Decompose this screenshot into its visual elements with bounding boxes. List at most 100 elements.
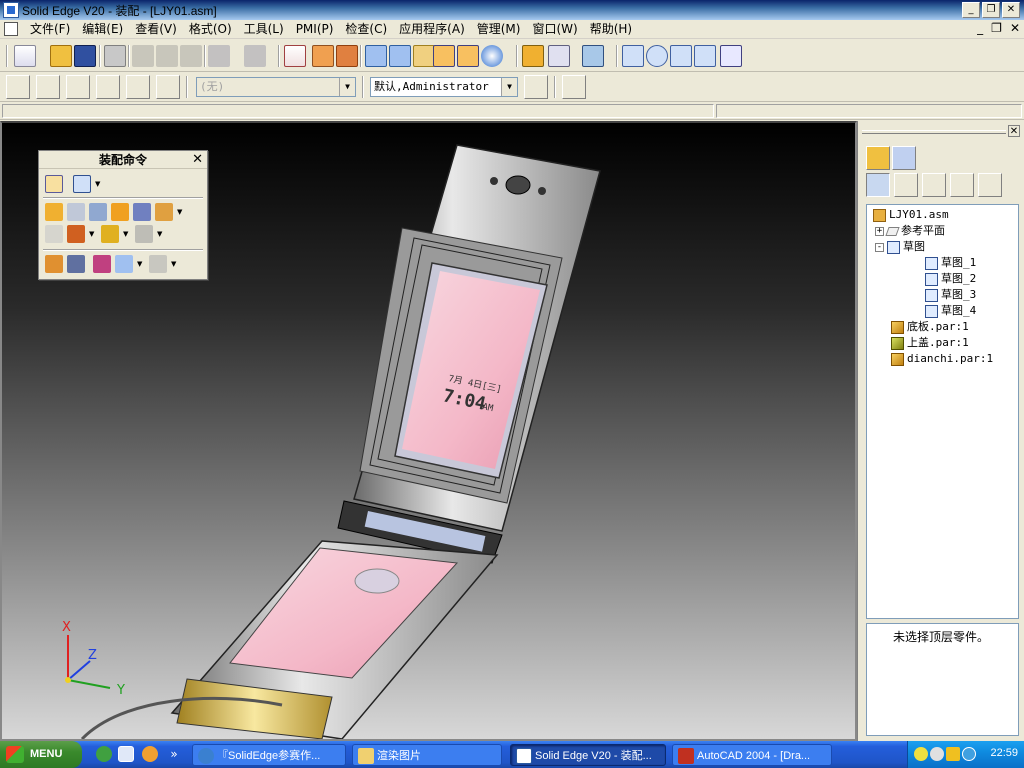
palette-titlebar[interactable]: 装配命令 ✕: [39, 151, 207, 169]
mdi-close-button[interactable]: ✕: [1010, 21, 1020, 35]
pan-icon[interactable]: [694, 45, 716, 67]
open-icon[interactable]: [50, 45, 72, 67]
tree-item-sketches[interactable]: - 草图: [875, 239, 925, 255]
zoom-area-icon[interactable]: [622, 45, 644, 67]
create-part-icon[interactable]: [111, 203, 129, 221]
menu-window[interactable]: 窗口(W): [526, 22, 583, 37]
pathfinder-tree[interactable]: LJY01.asm + 参考平面 - 草图 草图_1 草图_2 草图_3 草图_…: [866, 204, 1019, 619]
layers-tab-icon[interactable]: [950, 173, 974, 197]
tree-item-part-base[interactable]: 底板.par:1: [891, 319, 969, 335]
render-sphere-icon[interactable]: [481, 45, 503, 67]
menu-applications[interactable]: 应用程序(A): [393, 22, 471, 37]
tree-item-part-battery[interactable]: dianchi.par:1: [891, 351, 993, 367]
pathfinder-tab-icon[interactable]: [866, 173, 890, 197]
menu-file[interactable]: 文件(F): [24, 22, 76, 37]
task-autocad[interactable]: AutoCAD 2004 - [Dra...: [672, 744, 832, 766]
chevron-down-icon[interactable]: ▼: [123, 230, 131, 238]
menu-view[interactable]: 查看(V): [129, 22, 183, 37]
pattern-icon[interactable]: [155, 203, 173, 221]
tree-item-sketch-4[interactable]: 草图_4: [925, 303, 976, 319]
sensors-tab-icon[interactable]: [978, 173, 1002, 197]
save-icon[interactable]: [74, 45, 96, 67]
settings-tab-icon[interactable]: [892, 146, 916, 170]
menu-format[interactable]: 格式(O): [183, 22, 238, 37]
quicklaunch-browser-icon[interactable]: [96, 746, 112, 762]
sketch-tool-icon[interactable]: [73, 175, 91, 193]
tree-item-assembly[interactable]: LJY01.asm: [873, 207, 949, 223]
menu-pmi[interactable]: PMI(P): [290, 22, 340, 37]
view-iso-icon[interactable]: [389, 45, 411, 67]
tray-messenger-icon[interactable]: [930, 747, 944, 761]
pipe-icon[interactable]: [101, 225, 119, 243]
palette-close-button[interactable]: ✕: [192, 151, 203, 169]
help-tab-icon[interactable]: [866, 146, 890, 170]
chevron-down-icon[interactable]: ▼: [89, 230, 97, 238]
tree-item-sketch-2[interactable]: 草图_2: [925, 271, 976, 287]
tray-lock-icon[interactable]: [946, 747, 960, 761]
restore-button[interactable]: ❐: [982, 2, 1000, 18]
task-solid-edge[interactable]: Solid Edge V20 - 装配...: [510, 744, 666, 766]
wire-icon[interactable]: [135, 225, 153, 243]
new-icon[interactable]: [14, 45, 36, 67]
zoom-icon[interactable]: [646, 45, 668, 67]
quicklaunch-mail-icon[interactable]: [118, 746, 134, 762]
tree-item-sketch-1[interactable]: 草图_1: [925, 255, 976, 271]
menu-inspect[interactable]: 检查(C): [339, 22, 393, 37]
tray-network-icon[interactable]: [914, 747, 928, 761]
tree-item-sketch-3[interactable]: 草图_3: [925, 287, 976, 303]
pane-grip[interactable]: [862, 130, 1006, 134]
assemble-icon[interactable]: [96, 75, 120, 99]
close-button[interactable]: ✕: [1002, 2, 1020, 18]
layers-icon[interactable]: [548, 45, 570, 67]
pin-icon[interactable]: [562, 75, 586, 99]
tray-clock[interactable]: 22:59: [990, 747, 1018, 759]
properties-icon[interactable]: [284, 45, 306, 67]
mdi-minimize-button[interactable]: _: [977, 21, 983, 35]
display-config-icon[interactable]: [522, 45, 544, 67]
select-arrow-icon[interactable]: [45, 175, 63, 193]
print-icon[interactable]: [104, 45, 126, 67]
help-pointer-icon[interactable]: [720, 45, 742, 67]
rename-icon[interactable]: [115, 255, 133, 273]
feature-library-tab-icon[interactable]: [922, 173, 946, 197]
tree-item-part-cover[interactable]: 上盖.par:1: [891, 335, 969, 351]
menu-help[interactable]: 帮助(H): [584, 22, 638, 37]
assembly-tool-icon[interactable]: [36, 75, 60, 99]
paste-icon[interactable]: [180, 45, 202, 67]
visible-edges-icon[interactable]: [457, 45, 479, 67]
capture-icon[interactable]: [149, 255, 167, 273]
fit-icon[interactable]: [670, 45, 692, 67]
quicklaunch-media-icon[interactable]: [142, 746, 158, 762]
view-orient-icon[interactable]: [582, 45, 604, 67]
insert-icon[interactable]: [67, 203, 85, 221]
document-icon[interactable]: [4, 22, 18, 36]
shaded-icon[interactable]: [413, 45, 435, 67]
fastener-icon[interactable]: [133, 203, 151, 221]
interference-icon[interactable]: [93, 255, 111, 273]
collapse-icon[interactable]: -: [875, 242, 884, 252]
quicklaunch-more-icon[interactable]: »: [166, 746, 182, 762]
menu-edit[interactable]: 编辑(E): [76, 22, 129, 37]
chevron-down-icon[interactable]: ▼: [177, 208, 185, 216]
solid-edge-app-icon[interactable]: [3, 2, 19, 18]
layer-combo[interactable]: (无) ▼: [196, 77, 356, 97]
chevron-down-icon[interactable]: ▼: [95, 180, 103, 188]
cut-icon[interactable]: [132, 45, 154, 67]
select-tool-icon[interactable]: [6, 75, 30, 99]
flash-fit-icon[interactable]: [45, 225, 63, 243]
chevron-down-icon[interactable]: ▼: [171, 260, 179, 268]
minimize-button[interactable]: _: [962, 2, 980, 18]
mirror-icon[interactable]: [89, 203, 107, 221]
chevron-down-icon[interactable]: ▼: [501, 78, 517, 96]
frame-icon[interactable]: [67, 225, 85, 243]
copy-icon[interactable]: [156, 45, 178, 67]
relationship-icon[interactable]: [66, 75, 90, 99]
motion-icon[interactable]: [156, 75, 180, 99]
shaded-edges-icon[interactable]: [433, 45, 455, 67]
pane-close-button[interactable]: ✕: [1008, 125, 1020, 137]
place-part-icon[interactable]: [45, 203, 63, 221]
pane-header[interactable]: ✕: [862, 125, 1020, 139]
expand-icon[interactable]: +: [875, 226, 884, 236]
menu-tools[interactable]: 工具(L): [238, 22, 290, 37]
tray-qq-icon[interactable]: [962, 747, 976, 761]
